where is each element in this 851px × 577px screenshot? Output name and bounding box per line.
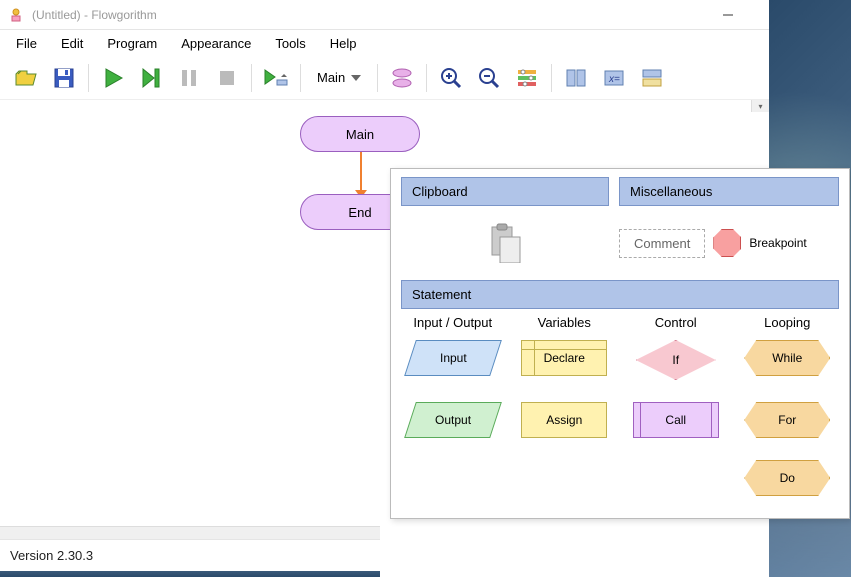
while-shape[interactable]: While	[744, 340, 830, 376]
for-shape[interactable]: For	[744, 402, 830, 438]
caret-down-icon	[351, 75, 361, 81]
layout-button[interactable]	[384, 60, 420, 96]
status-bar: Version 2.30.3	[0, 539, 380, 571]
shape-palette-popup: Clipboard Miscellaneous Comment Breakpoi…	[390, 168, 850, 519]
start-node[interactable]: Main	[300, 116, 420, 152]
col-loop: Looping	[736, 315, 840, 330]
app-icon	[8, 7, 24, 23]
paste-icon[interactable]	[488, 223, 522, 263]
variables-button[interactable]: x=	[596, 60, 632, 96]
output-shape[interactable]: Output	[404, 402, 502, 438]
taskbar-strip	[0, 571, 380, 577]
flow-arrow[interactable]	[360, 152, 362, 192]
speed-button[interactable]	[258, 60, 294, 96]
statement-header: Statement	[401, 280, 839, 309]
title-bar: (Untitled) - Flowgorithm	[0, 0, 851, 30]
clipboard-header: Clipboard	[401, 177, 609, 206]
open-button[interactable]	[8, 60, 44, 96]
input-shape[interactable]: Input	[404, 340, 502, 376]
svg-text:x=: x=	[608, 74, 620, 85]
start-node-label: Main	[346, 127, 374, 142]
call-shape[interactable]: Call	[633, 402, 719, 438]
version-label: Version 2.30.3	[10, 548, 93, 563]
menu-tools[interactable]: Tools	[263, 33, 317, 54]
menu-help[interactable]: Help	[318, 33, 369, 54]
toolbar: Main x=	[0, 56, 851, 100]
panel1-button[interactable]	[558, 60, 594, 96]
minimize-button[interactable]	[705, 0, 751, 30]
breakpoint-shape[interactable]	[713, 229, 741, 257]
assign-shape[interactable]: Assign	[521, 402, 607, 438]
misc-header: Miscellaneous	[619, 177, 839, 206]
function-selected-label: Main	[317, 70, 345, 85]
run-button[interactable]	[95, 60, 131, 96]
menu-file[interactable]: File	[4, 33, 49, 54]
clipboard-area	[401, 216, 609, 270]
zoom-in-button[interactable]	[433, 60, 469, 96]
window-title: (Untitled) - Flowgorithm	[32, 8, 705, 22]
declare-shape[interactable]: Declare	[521, 340, 607, 376]
pause-button[interactable]	[171, 60, 207, 96]
save-button[interactable]	[46, 60, 82, 96]
do-shape[interactable]: Do	[744, 460, 830, 496]
comment-shape[interactable]: Comment	[619, 229, 705, 258]
scroll-gutter[interactable]: ▾	[751, 100, 769, 112]
col-vars: Variables	[513, 315, 617, 330]
menu-edit[interactable]: Edit	[49, 33, 95, 54]
settings-button[interactable]	[509, 60, 545, 96]
end-node-label: End	[348, 205, 371, 220]
stop-button[interactable]	[209, 60, 245, 96]
if-shape[interactable]: If	[636, 340, 716, 380]
zoom-out-button[interactable]	[471, 60, 507, 96]
breakpoint-label: Breakpoint	[749, 236, 806, 250]
function-selector[interactable]: Main	[307, 70, 371, 85]
col-io: Input / Output	[401, 315, 505, 330]
step-button[interactable]	[133, 60, 169, 96]
menu-appearance[interactable]: Appearance	[169, 33, 263, 54]
col-ctrl: Control	[624, 315, 728, 330]
menu-program[interactable]: Program	[95, 33, 169, 54]
menu-bar: File Edit Program Appearance Tools Help	[0, 30, 851, 56]
panel2-button[interactable]	[634, 60, 670, 96]
